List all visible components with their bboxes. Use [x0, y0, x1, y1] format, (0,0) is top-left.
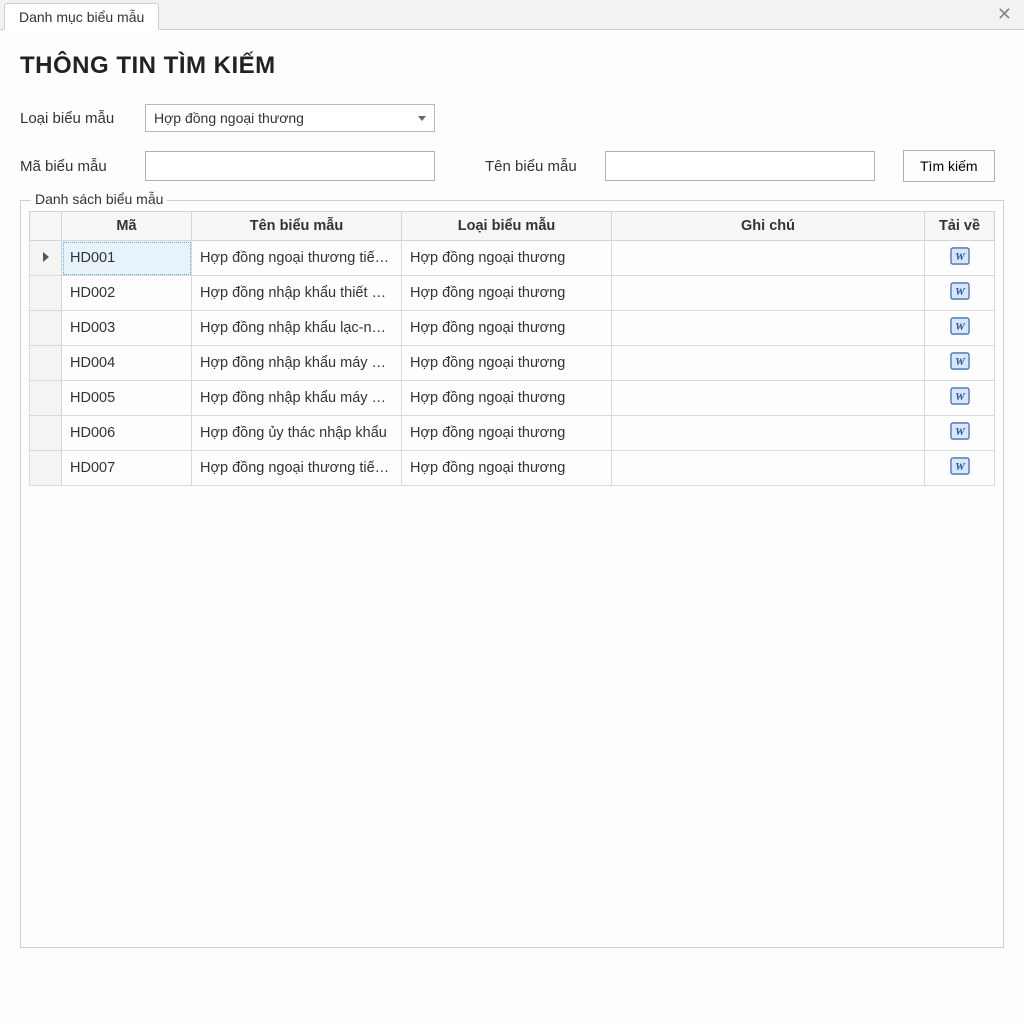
- cell-type[interactable]: Hợp đồng ngoại thương: [402, 451, 612, 486]
- cell-name[interactable]: Hợp đồng ngoại thương tiếng việt: [192, 241, 402, 276]
- word-doc-icon: W: [950, 457, 970, 475]
- cell-type[interactable]: Hợp đồng ngoại thương: [402, 381, 612, 416]
- col-name[interactable]: Tên biểu mẫu: [192, 212, 402, 241]
- cell-code[interactable]: HD006: [62, 416, 192, 451]
- table-row[interactable]: HD004Hợp đồng nhập khẩu máy móc ti...Hợp…: [30, 346, 995, 381]
- cell-download[interactable]: W: [925, 311, 995, 346]
- cell-download[interactable]: W: [925, 416, 995, 451]
- input-form-name[interactable]: [605, 151, 875, 181]
- col-type[interactable]: Loại biểu mẫu: [402, 212, 612, 241]
- form-catalog-window: Danh mục biểu mẫu ✕ THÔNG TIN TÌM KIẾM L…: [0, 0, 1024, 1024]
- cell-name[interactable]: Hợp đồng ủy thác nhập khẩu: [192, 416, 402, 451]
- cell-type[interactable]: Hợp đồng ngoại thương: [402, 416, 612, 451]
- svg-text:W: W: [955, 286, 966, 298]
- cell-download[interactable]: W: [925, 381, 995, 416]
- row-indicator: [30, 241, 62, 276]
- cell-code[interactable]: HD005: [62, 381, 192, 416]
- cell-code[interactable]: HD002: [62, 276, 192, 311]
- cell-name[interactable]: Hợp đồng nhập khẩu máy móc ti...: [192, 346, 402, 381]
- cell-download[interactable]: W: [925, 241, 995, 276]
- current-row-arrow-icon: [43, 252, 49, 262]
- label-name: Tên biểu mẫu: [485, 158, 595, 175]
- table-row[interactable]: HD007Hợp đồng ngoại thương tiếng anhHợp …: [30, 451, 995, 486]
- cell-note[interactable]: [612, 346, 925, 381]
- page-title: THÔNG TIN TÌM KIẾM: [20, 52, 1004, 80]
- content-area: THÔNG TIN TÌM KIẾM Loại biểu mẫu Hợp đồn…: [0, 30, 1024, 958]
- cell-code[interactable]: HD003: [62, 311, 192, 346]
- chevron-down-icon: [418, 116, 426, 121]
- table-row[interactable]: HD002Hợp đồng nhập khẩu thiết bị lạnhHợp…: [30, 276, 995, 311]
- group-legend: Danh sách biểu mẫu: [31, 191, 167, 207]
- cell-note[interactable]: [612, 311, 925, 346]
- col-download[interactable]: Tải về: [925, 212, 995, 241]
- tab-label: Danh mục biểu mẫu: [19, 9, 144, 25]
- row-type: Loại biểu mẫu Hợp đồng ngoại thương: [20, 104, 1004, 132]
- form-grid[interactable]: Mã Tên biểu mẫu Loại biểu mẫu Ghi chú Tả…: [29, 211, 995, 486]
- cell-type[interactable]: Hợp đồng ngoại thương: [402, 241, 612, 276]
- cell-note[interactable]: [612, 451, 925, 486]
- table-row[interactable]: HD005Hợp đồng nhập khẩu máy móc ti...Hợp…: [30, 381, 995, 416]
- col-indicator: [30, 212, 62, 241]
- table-row[interactable]: HD006Hợp đồng ủy thác nhập khẩuHợp đồng …: [30, 416, 995, 451]
- word-doc-icon: W: [950, 317, 970, 335]
- cell-type[interactable]: Hợp đồng ngoại thương: [402, 346, 612, 381]
- table-row[interactable]: HD001Hợp đồng ngoại thương tiếng việtHợp…: [30, 241, 995, 276]
- label-type: Loại biểu mẫu: [20, 110, 135, 127]
- word-doc-icon: W: [950, 352, 970, 370]
- row-indicator: [30, 416, 62, 451]
- row-indicator: [30, 276, 62, 311]
- word-doc-icon: W: [950, 247, 970, 265]
- svg-text:W: W: [955, 356, 966, 368]
- word-doc-icon: W: [950, 387, 970, 405]
- cell-name[interactable]: Hợp đồng ngoại thương tiếng anh: [192, 451, 402, 486]
- tab-form-catalog[interactable]: Danh mục biểu mẫu: [4, 3, 159, 30]
- cell-note[interactable]: [612, 276, 925, 311]
- cell-download[interactable]: W: [925, 451, 995, 486]
- combo-form-type[interactable]: Hợp đồng ngoại thương: [145, 104, 435, 132]
- row-indicator: [30, 451, 62, 486]
- cell-code[interactable]: HD001: [62, 241, 192, 276]
- cell-note[interactable]: [612, 381, 925, 416]
- col-code[interactable]: Mã: [62, 212, 192, 241]
- cell-note[interactable]: [612, 241, 925, 276]
- svg-text:W: W: [955, 391, 966, 403]
- table-row[interactable]: HD003Hợp đồng nhập khẩu lạc-nhânHợp đồng…: [30, 311, 995, 346]
- svg-text:W: W: [955, 251, 966, 263]
- row-indicator: [30, 381, 62, 416]
- row-search: Mã biểu mẫu Tên biểu mẫu Tìm kiếm: [20, 150, 1004, 182]
- word-doc-icon: W: [950, 422, 970, 440]
- cell-download[interactable]: W: [925, 276, 995, 311]
- svg-text:W: W: [955, 461, 966, 473]
- tab-bar: Danh mục biểu mẫu ✕: [0, 0, 1024, 30]
- input-form-code[interactable]: [145, 151, 435, 181]
- group-form-list: Danh sách biểu mẫu Mã Tên biểu mẫu Loại: [20, 200, 1004, 948]
- cell-code[interactable]: HD007: [62, 451, 192, 486]
- combo-value: Hợp đồng ngoại thương: [154, 110, 304, 126]
- col-note[interactable]: Ghi chú: [612, 212, 925, 241]
- svg-text:W: W: [955, 426, 966, 438]
- cell-type[interactable]: Hợp đồng ngoại thương: [402, 276, 612, 311]
- row-indicator: [30, 311, 62, 346]
- search-button[interactable]: Tìm kiếm: [903, 150, 995, 182]
- word-doc-icon: W: [950, 282, 970, 300]
- cell-name[interactable]: Hợp đồng nhập khẩu thiết bị lạnh: [192, 276, 402, 311]
- close-icon[interactable]: ✕: [997, 4, 1012, 25]
- grid-header-row: Mã Tên biểu mẫu Loại biểu mẫu Ghi chú Tả…: [30, 212, 995, 241]
- svg-text:W: W: [955, 321, 966, 333]
- cell-note[interactable]: [612, 416, 925, 451]
- cell-name[interactable]: Hợp đồng nhập khẩu máy móc ti...: [192, 381, 402, 416]
- cell-code[interactable]: HD004: [62, 346, 192, 381]
- cell-name[interactable]: Hợp đồng nhập khẩu lạc-nhân: [192, 311, 402, 346]
- cell-type[interactable]: Hợp đồng ngoại thương: [402, 311, 612, 346]
- cell-download[interactable]: W: [925, 346, 995, 381]
- label-code: Mã biểu mẫu: [20, 158, 135, 175]
- row-indicator: [30, 346, 62, 381]
